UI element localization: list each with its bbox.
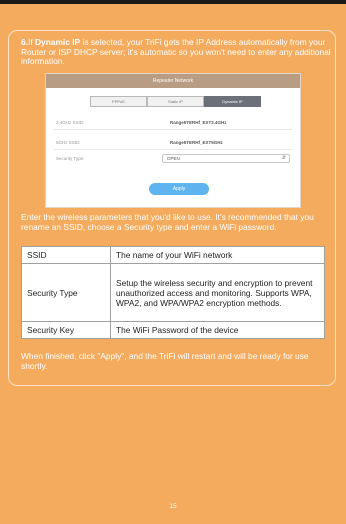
param-name: SSID (21, 246, 111, 264)
param-name: Security Type (21, 263, 111, 322)
step-number: 6. (21, 37, 28, 47)
outro-paragraph: When finished, click "Apply", and the Tr… (21, 351, 309, 371)
apply-button[interactable]: Apply (149, 183, 209, 195)
page-number: 15 (169, 503, 177, 510)
step-6-paragraph: 6.If Dynamic IP is selected, your TriFi … (21, 37, 331, 67)
param-description: The name of your WiFi network (110, 246, 325, 264)
table-row: SSID The name of your WiFi network (21, 246, 325, 264)
ssid-5-value[interactable]: Range5TERHf_EXT5GHz (170, 140, 223, 145)
security-type-select[interactable]: OPEN ⇵ (162, 154, 290, 163)
security-type-label: Security Type: (56, 156, 85, 161)
ssid-24-value[interactable]: Range5TERHf_EXT2.4GHz (170, 120, 227, 125)
intro-paragraph: Enter the wireless parameters that you'd… (21, 212, 314, 232)
top-border (0, 0, 346, 4)
router-settings-screenshot: Repeater Network PPPoE Static IP Dynamic… (45, 73, 301, 208)
param-name: Security Key (21, 321, 111, 339)
table-row: Security Key The WiFi Password of the de… (21, 321, 325, 339)
table-row: Security Type Setup the wireless securit… (21, 263, 325, 322)
screenshot-title: Repeater Network (46, 74, 300, 88)
ssid-5-label: 5GHz SSID: (56, 140, 81, 145)
security-type-value: OPEN (167, 156, 180, 161)
ssid-5-row: 5GHz SSID: Range5TERHf_EXT5GHz (46, 138, 300, 150)
tab-pppoe[interactable]: PPPoE (90, 96, 147, 107)
param-description: The WiFi Password of the device (110, 321, 325, 339)
parameters-table: SSID The name of your WiFi network Secur… (21, 246, 325, 339)
security-type-row: Security Type: OPEN ⇵ (46, 154, 300, 166)
row-divider (54, 129, 292, 130)
tab-static-ip[interactable]: Static IP (147, 96, 204, 107)
ssid-24-row: 2.4GHz SSID: Range5TERHf_EXT2.4GHz (46, 118, 300, 130)
step-pre: If (28, 37, 35, 47)
row-divider (54, 149, 292, 150)
tab-dynamic-ip[interactable]: Dynamic IP (204, 96, 261, 107)
wan-type-tabs: PPPoE Static IP Dynamic IP (90, 96, 261, 107)
dynamic-ip-term: Dynamic IP (34, 37, 81, 47)
param-description: Setup the wireless security and encrypti… (110, 263, 325, 322)
ssid-24-label: 2.4GHz SSID: (56, 120, 85, 125)
chevron-down-icon: ⇵ (281, 155, 286, 161)
